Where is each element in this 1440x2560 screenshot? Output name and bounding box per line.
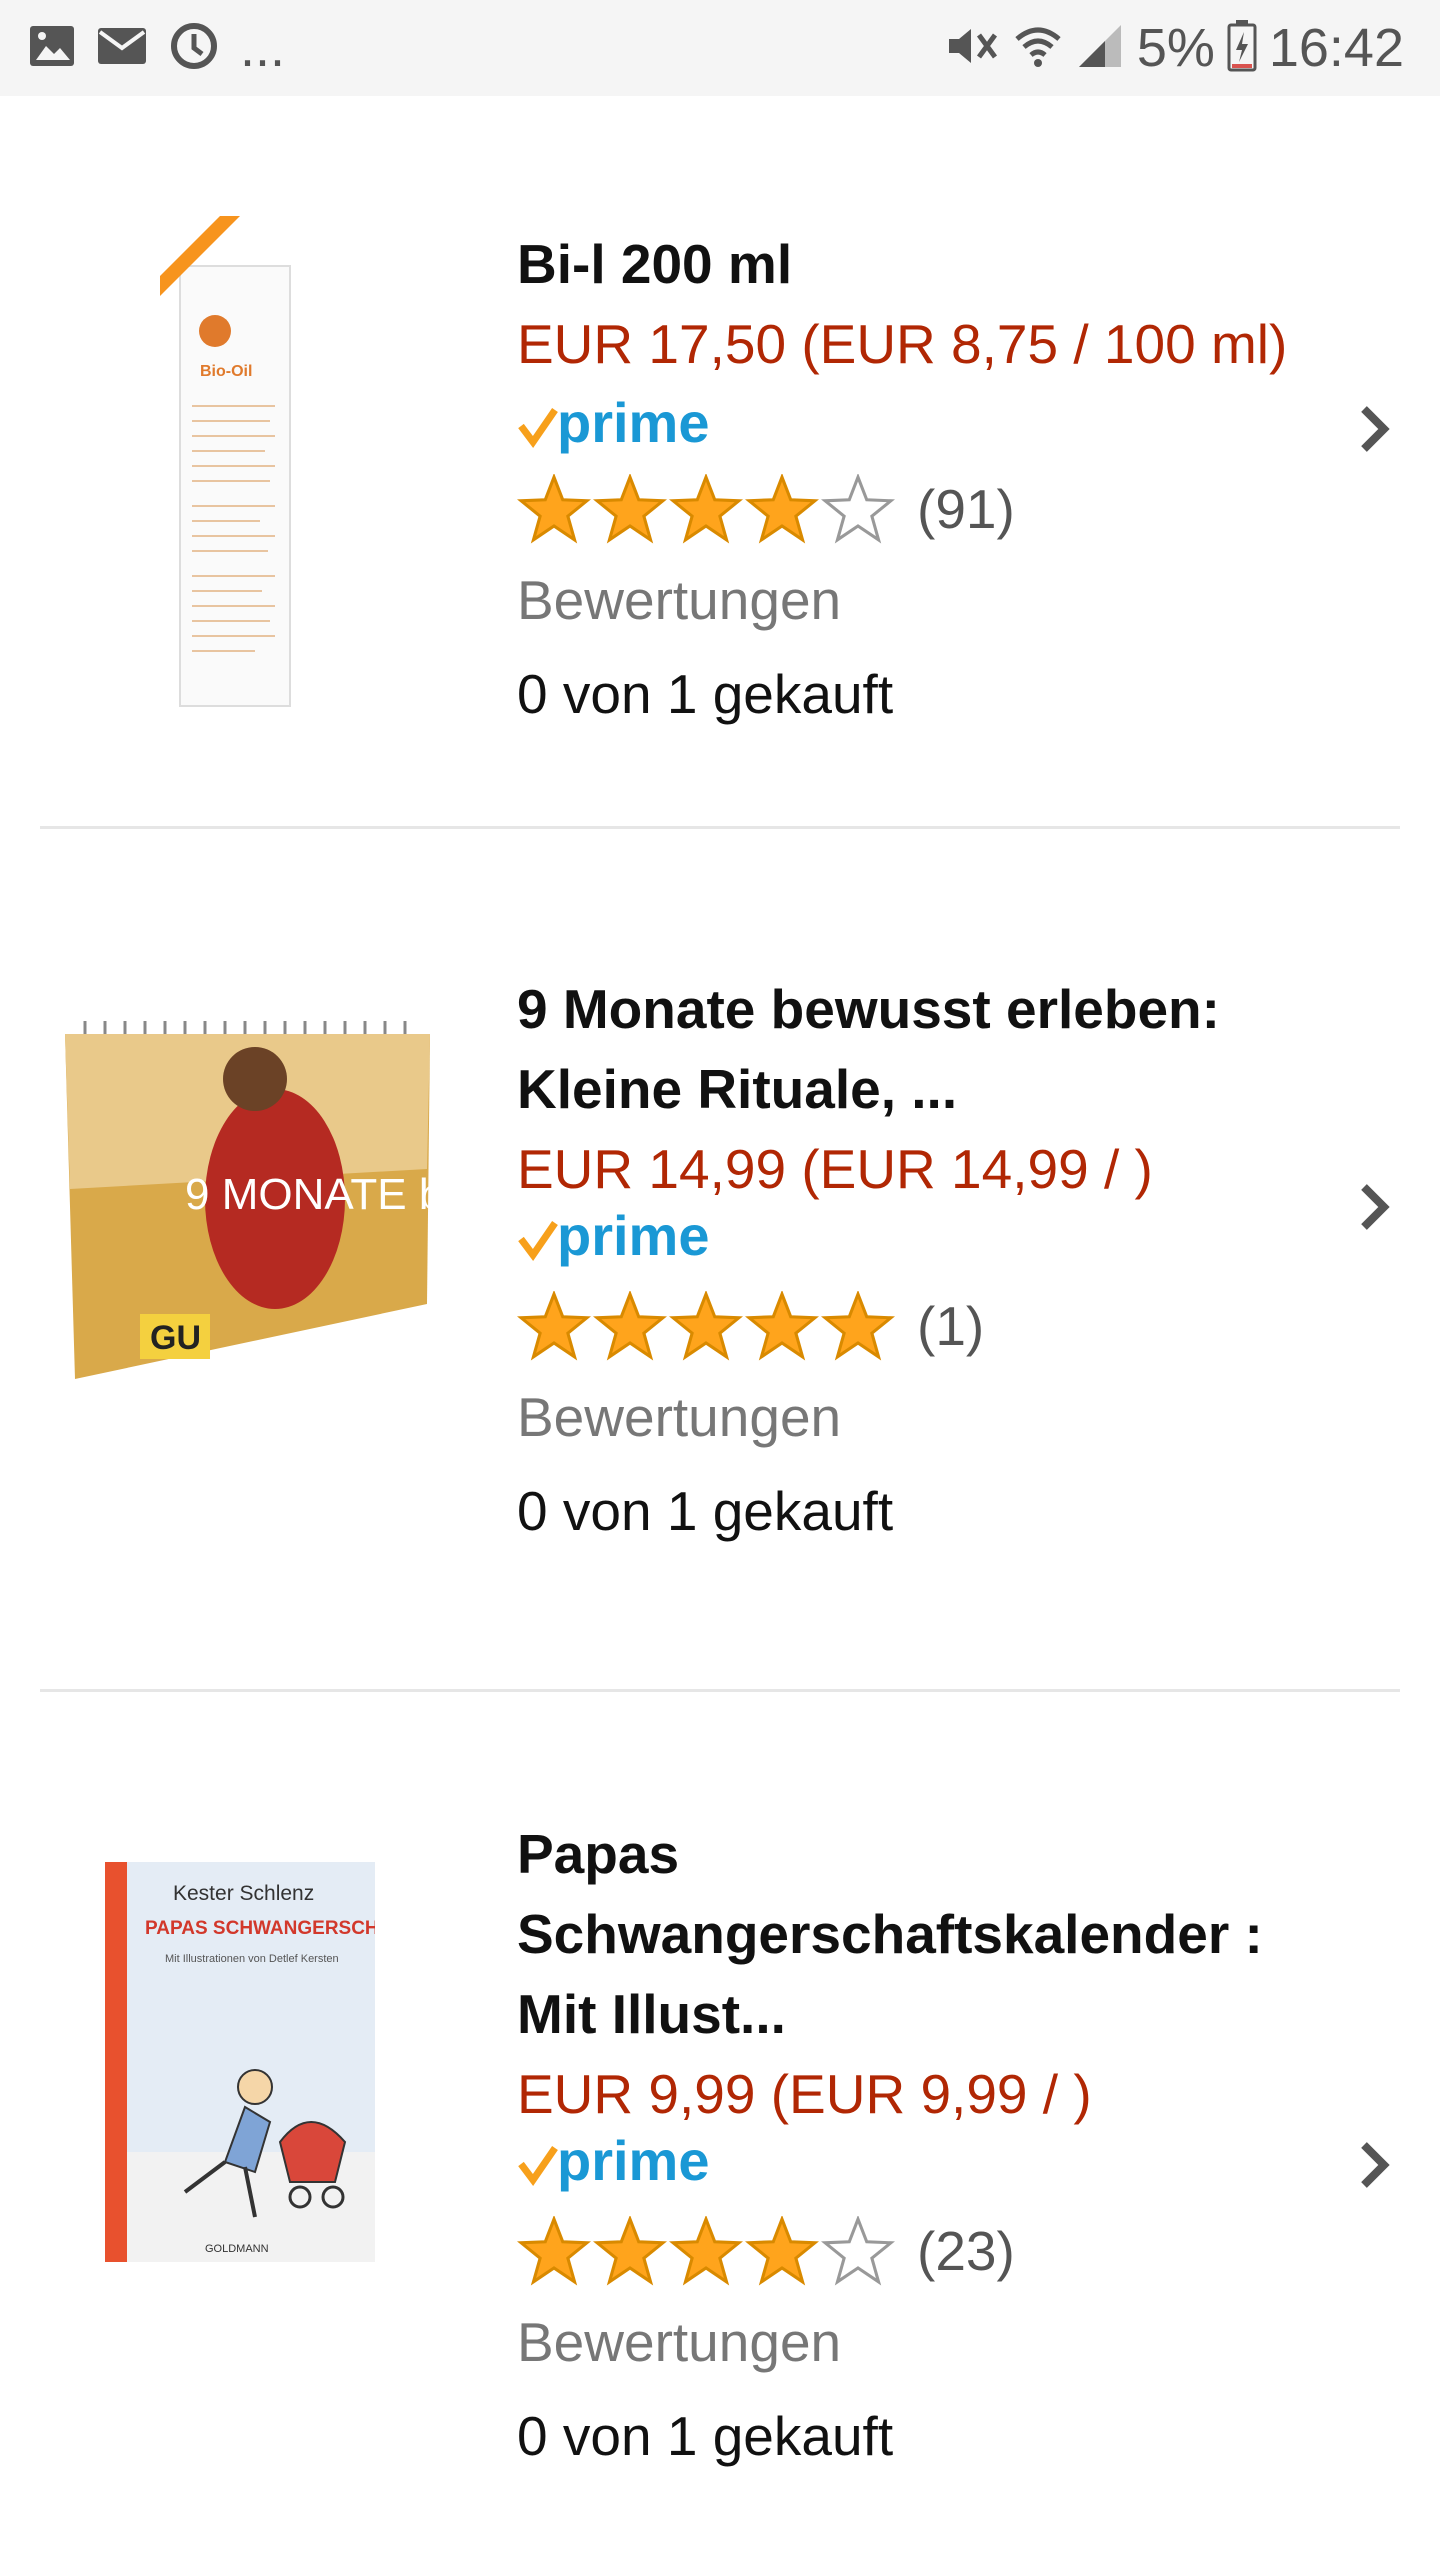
star-filled-icon [669,474,743,544]
star-filled-icon [745,474,819,544]
mail-icon [96,24,148,73]
image-icon [28,24,76,73]
rating-row[interactable]: (23) [517,2206,1297,2296]
battery-percent: 5% [1136,18,1215,78]
product-image: Bio-Oil [150,216,310,716]
product-title[interactable]: 9 Monate bewusst erleben: Kleine Rituale… [517,969,1297,1129]
product-price: EUR 17,50 (EUR 8,75 / 100 ml) prime [517,304,1297,464]
wifi-icon [1013,21,1063,76]
product-image: 9 MONATE bewusst erleben GU [55,1009,739,1389]
notifications-more: ... [240,18,286,78]
rating-row[interactable]: (91) [517,464,1297,554]
star-filled-icon [517,2216,591,2286]
svg-text:9 MONATE bewusst erleben: 9 MONATE bewusst erleben [185,1170,435,1219]
star-filled-icon [593,1291,667,1361]
product-price: EUR 14,99 (EUR 14,99 / ) [517,1138,1153,1200]
price-text: EUR 17,50 (EUR 8,75 / 100 ml) [517,313,1288,375]
reviews-label: Bewertungen [517,569,842,631]
sync-icon [168,20,220,77]
star-filled-icon [593,2216,667,2286]
svg-text:prime: prime [557,2134,710,2192]
star-rating [517,1291,895,1361]
star-empty-icon [821,474,895,544]
star-filled-icon [669,2216,743,2286]
list-item[interactable]: Kester Schlenz PAPAS SCHWANGERSCHAFTS-KA… [0,1692,1440,2560]
prime-badge: prime [517,396,727,460]
battery-icon [1227,19,1257,77]
chevron-right-icon[interactable] [1356,1179,1392,1235]
bought-status: 0 von 1 gekauft [517,2405,894,2467]
prime-badge: prime [517,1204,1297,1281]
star-filled-icon [745,1291,819,1361]
product-title[interactable]: Bi-l 200 ml [517,224,1297,304]
star-filled-icon [593,474,667,544]
clock: 16:42 [1268,18,1404,78]
status-bar: ... 5% 16:42 [0,0,1440,96]
svg-text:PAPAS SCHWANGERSCHAFTS-KALENDE: PAPAS SCHWANGERSCHAFTS-KALENDER [145,1918,375,1939]
product-image: Kester Schlenz PAPAS SCHWANGERSCHAFTS-KA… [105,1862,540,2262]
star-filled-icon [517,474,591,544]
star-empty-icon [821,2216,895,2286]
rating-count: (1) [917,1295,985,1357]
product-title[interactable]: Papas Schwangerschaftskalender : Mit Ill… [517,1814,1297,2054]
bought-status: 0 von 1 gekauft [517,663,894,725]
rating-count: (23) [917,2220,1015,2282]
list-item[interactable]: Bio-Oil Bi-l 200 ml EUR 17,50 (EUR 8,75 … [0,96,1440,826]
rating-row[interactable]: (1) [517,1281,1297,1371]
reviews-label: Bewertungen [517,1386,842,1448]
svg-text:Bio-Oil: Bio-Oil [200,363,252,380]
chevron-right-icon[interactable] [1356,2137,1392,2193]
star-rating [517,2216,895,2286]
star-filled-icon [669,1291,743,1361]
prime-badge: prime [517,2129,1297,2206]
star-filled-icon [821,1291,895,1361]
star-filled-icon [745,2216,819,2286]
svg-text:GU: GU [150,1319,201,1357]
svg-text:prime: prime [557,396,710,454]
star-rating [517,474,895,544]
signal-icon [1075,21,1125,76]
product-price: EUR 9,99 (EUR 9,99 / ) [517,2063,1092,2125]
bought-status: 0 von 1 gekauft [517,1480,894,1542]
reviews-label: Bewertungen [517,2311,842,2373]
svg-text:GOLDMANN: GOLDMANN [205,2243,269,2255]
mute-icon [945,21,1001,76]
svg-text:Mit Illustrationen von Detlef: Mit Illustrationen von Detlef Kersten [165,1953,339,1965]
star-filled-icon [517,1291,591,1361]
chevron-right-icon[interactable] [1356,401,1392,457]
svg-text:prime: prime [557,1209,710,1267]
rating-count: (91) [917,478,1015,540]
list-item[interactable]: 9 MONATE bewusst erleben GU 9 Monate bew… [0,829,1440,1689]
svg-text:Kester Schlenz: Kester Schlenz [173,1882,314,1905]
